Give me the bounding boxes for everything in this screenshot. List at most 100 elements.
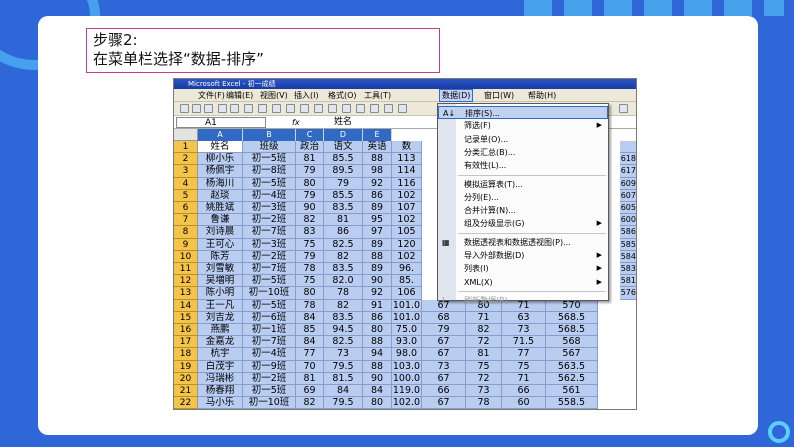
table-cell[interactable]: 82.5: [324, 238, 363, 251]
table-cell[interactable]: 初一9班: [243, 360, 296, 373]
table-cell[interactable]: 吴増明: [198, 275, 243, 288]
table-cell[interactable]: 赵琰: [198, 189, 243, 202]
menu-item[interactable]: 合并计算(N)...: [438, 204, 608, 217]
table-cell[interactable]: 初一5班: [243, 153, 296, 166]
row-header[interactable]: 14: [174, 299, 198, 312]
table-cell[interactable]: 初一4班: [243, 348, 296, 361]
table-cell[interactable]: 初一7班: [243, 226, 296, 239]
table-cell[interactable]: 113: [392, 153, 422, 166]
table-cell[interactable]: 初一2班: [243, 250, 296, 263]
table-cell[interactable]: 568.5: [546, 324, 598, 337]
table-cell[interactable]: 67: [422, 397, 466, 409]
table-cell[interactable]: 初一4班: [243, 189, 296, 202]
table-cell[interactable]: 88: [363, 360, 392, 373]
table-cell[interactable]: 85.: [392, 275, 422, 288]
table-cell[interactable]: 92: [363, 287, 392, 300]
table-cell[interactable]: 杨海川: [198, 177, 243, 190]
table-cell[interactable]: 陈芳: [198, 250, 243, 263]
row-header[interactable]: 6: [174, 202, 198, 215]
table-cell[interactable]: 初一5班: [243, 177, 296, 190]
table-cell[interactable]: 70: [296, 360, 324, 373]
table-cell[interactable]: 78: [296, 263, 324, 276]
table-cell[interactable]: 初一10班: [243, 397, 296, 409]
table-cell[interactable]: 71: [466, 311, 502, 324]
column-header[interactable]: D: [324, 129, 363, 141]
table-cell[interactable]: 初一5班: [243, 299, 296, 312]
table-cell[interactable]: 80: [296, 177, 324, 190]
table-cell[interactable]: 71.5: [502, 336, 546, 349]
table-cell[interactable]: 83.5: [324, 311, 363, 324]
toolbar-button-icon[interactable]: [300, 104, 309, 113]
menu-4[interactable]: 格式(O): [328, 89, 357, 102]
table-cell[interactable]: 初一5班: [243, 385, 296, 398]
table-cell[interactable]: 101.0: [392, 299, 422, 312]
table-cell[interactable]: 初一2班: [243, 372, 296, 385]
menu-item[interactable]: 有效性(L)...: [438, 159, 608, 172]
table-cell[interactable]: 79.5: [324, 360, 363, 373]
table-cell[interactable]: 102: [392, 214, 422, 227]
table-cell[interactable]: 89: [363, 202, 392, 215]
table-cell[interactable]: 85.5: [324, 189, 363, 202]
table-cell[interactable]: 102: [392, 250, 422, 263]
table-cell[interactable]: 558.5: [546, 397, 598, 409]
toolbar-button-icon[interactable]: [398, 104, 407, 113]
table-cell[interactable]: 106: [392, 287, 422, 300]
toolbar-button-icon[interactable]: [286, 104, 295, 113]
table-cell[interactable]: 79: [296, 189, 324, 202]
table-cell[interactable]: 84: [324, 385, 363, 398]
table-cell[interactable]: 561: [546, 385, 598, 398]
row-header[interactable]: 21: [174, 385, 198, 398]
menu-item[interactable]: 筛选(F) ▶: [438, 119, 608, 132]
column-header[interactable]: E: [363, 129, 392, 141]
table-cell[interactable]: 82: [324, 299, 363, 312]
toolbar-button-icon[interactable]: [619, 104, 628, 113]
table-cell[interactable]: 66: [502, 385, 546, 398]
table-cell[interactable]: 60: [502, 397, 546, 409]
table-cell[interactable]: 116: [392, 177, 422, 190]
table-cell[interactable]: 103.0: [392, 360, 422, 373]
table-cell[interactable]: 583: [620, 263, 636, 276]
table-cell[interactable]: 78: [466, 397, 502, 409]
table-cell[interactable]: 王可心: [198, 238, 243, 251]
table-cell[interactable]: 94: [363, 348, 392, 361]
table-cell[interactable]: 鲁谦: [198, 214, 243, 227]
table-cell[interactable]: 80: [363, 324, 392, 337]
table-cell[interactable]: 581: [620, 275, 636, 288]
table-cell[interactable]: 90: [363, 372, 392, 385]
table-cell[interactable]: 燕鹏: [198, 324, 243, 337]
menu-item[interactable]: 列表(I) ▶: [438, 262, 608, 275]
name-box[interactable]: A1: [176, 117, 266, 128]
table-cell[interactable]: 69: [296, 385, 324, 398]
table-cell[interactable]: 618: [620, 153, 636, 166]
table-cell[interactable]: 88: [363, 336, 392, 349]
table-cell[interactable]: 73: [422, 360, 466, 373]
menu-3[interactable]: 插入(I): [294, 89, 319, 102]
table-cell[interactable]: 杨佩宇: [198, 165, 243, 178]
table-cell[interactable]: 95: [363, 214, 392, 227]
toolbar-button-icon[interactable]: [244, 104, 253, 113]
table-cell[interactable]: 86: [324, 226, 363, 239]
row-header[interactable]: 10: [174, 250, 198, 263]
table-cell[interactable]: 89: [363, 263, 392, 276]
table-cell[interactable]: 白茂宇: [198, 360, 243, 373]
table-cell[interactable]: 姓名: [198, 141, 243, 154]
menu-item[interactable]: 组及分级显示(G) ▶: [438, 217, 608, 230]
table-cell[interactable]: 67: [422, 336, 466, 349]
table-cell[interactable]: 82: [296, 214, 324, 227]
table-cell[interactable]: 79.5: [324, 397, 363, 409]
toolbar-button-icon[interactable]: [370, 104, 379, 113]
table-cell[interactable]: 政治: [296, 141, 324, 154]
function-icon[interactable]: fx: [292, 116, 300, 129]
row-header[interactable]: 22: [174, 397, 198, 409]
table-cell[interactable]: 71: [502, 372, 546, 385]
table-cell[interactable]: 刘吉龙: [198, 311, 243, 324]
select-all-corner[interactable]: [174, 129, 198, 141]
table-cell[interactable]: 73: [324, 348, 363, 361]
table-cell[interactable]: 75: [296, 238, 324, 251]
table-cell[interactable]: 马小乐: [198, 397, 243, 409]
table-cell[interactable]: 82: [324, 250, 363, 263]
table-cell[interactable]: 初一3班: [243, 202, 296, 215]
table-cell[interactable]: 79: [324, 177, 363, 190]
table-cell[interactable]: 85: [296, 324, 324, 337]
table-cell[interactable]: 英语: [363, 141, 392, 154]
